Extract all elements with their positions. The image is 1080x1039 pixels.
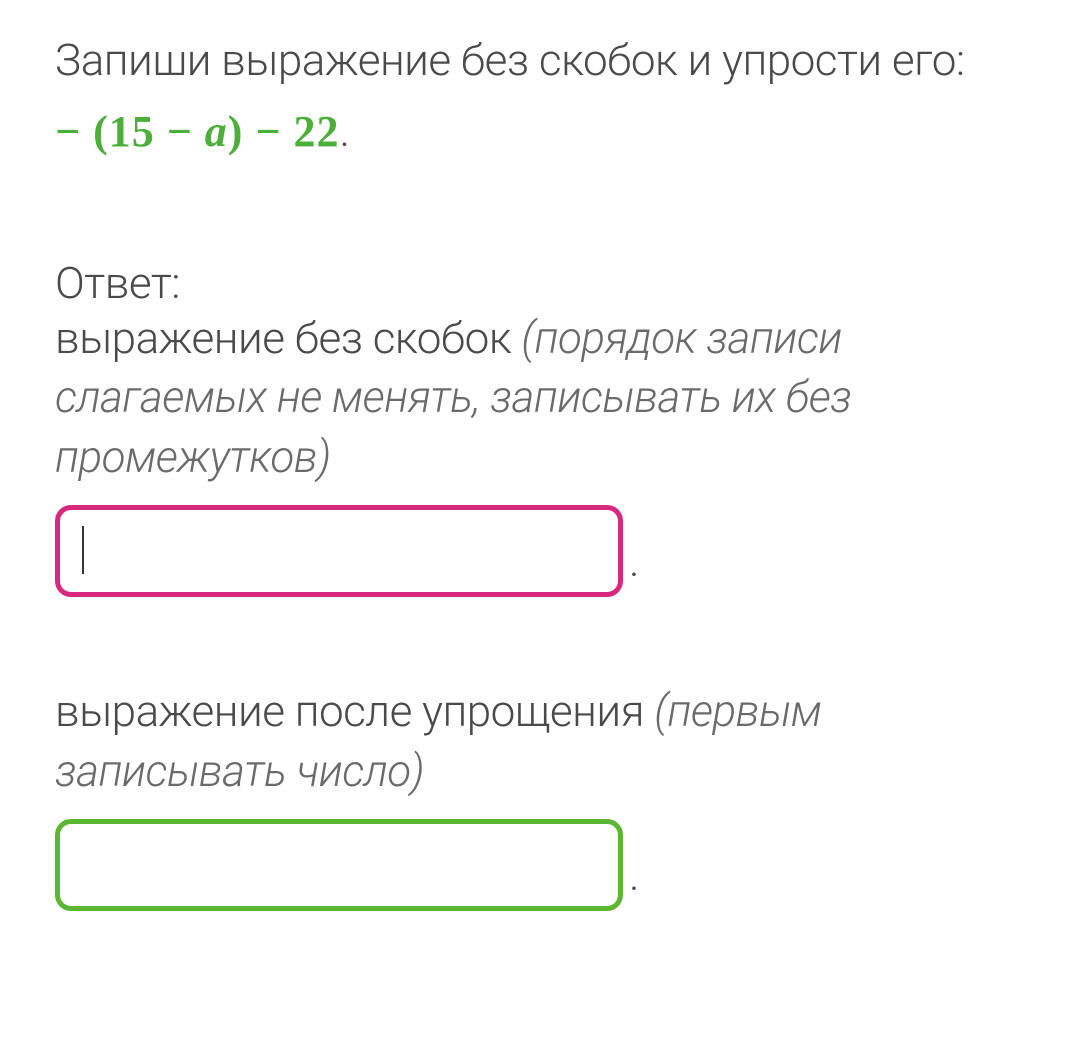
- prompt-instruction: Запиши выражение без скобок и упрости ег…: [55, 30, 1025, 92]
- math-expression: − (15 − a) − 22.: [55, 96, 1025, 167]
- answer-label: Ответ:: [55, 257, 1025, 309]
- expr-end: .: [340, 105, 352, 157]
- expr-variable: a: [205, 107, 228, 156]
- expression-without-brackets-input[interactable]: [55, 505, 623, 597]
- answer-part1-text: выражение без скобок: [55, 312, 521, 364]
- period-2: .: [629, 849, 640, 911]
- answer-part2-description: выражение после упрощения (первым записы…: [55, 682, 1025, 801]
- answer-part1-description: выражение без скобок (порядок записи сла…: [55, 309, 1025, 487]
- expr-prefix: − (15 −: [55, 107, 205, 156]
- input-row-2: .: [55, 819, 1025, 911]
- expr-suffix: ) − 22: [228, 107, 340, 156]
- answer-part2-text: выражение после упрощения: [55, 685, 654, 737]
- simplified-expression-input[interactable]: [55, 819, 623, 911]
- period-1: .: [629, 535, 640, 597]
- input-row-1: .: [55, 505, 1025, 597]
- exercise-container: Запиши выражение без скобок и упрости ег…: [55, 30, 1025, 911]
- text-cursor: [82, 526, 84, 574]
